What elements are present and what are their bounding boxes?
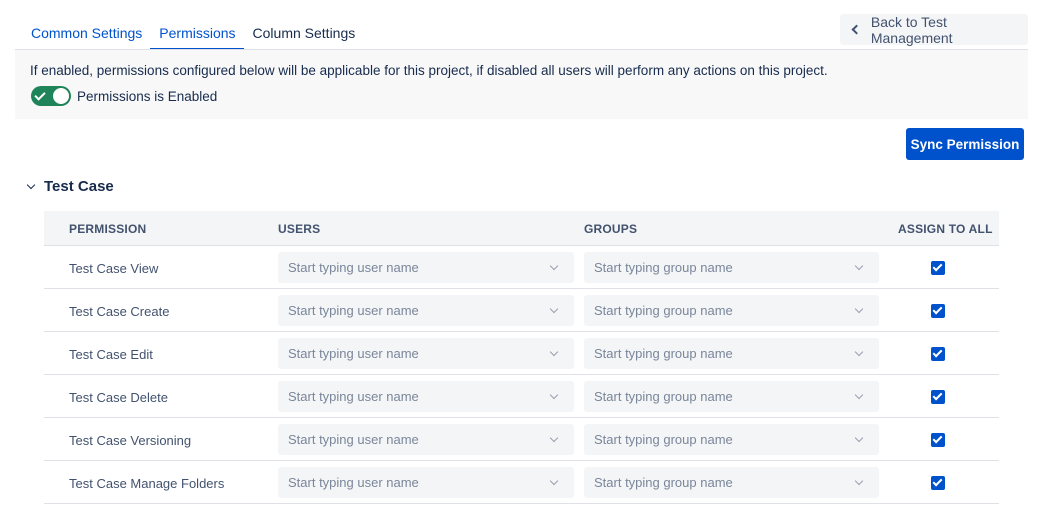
tab-column-settings[interactable]: Column Settings: [244, 17, 364, 50]
users-select[interactable]: Start typing user name: [278, 295, 574, 326]
groups-select[interactable]: Start typing group name: [584, 252, 879, 283]
checkmark-icon: [932, 476, 943, 487]
groups-select[interactable]: Start typing group name: [584, 381, 879, 412]
table-header: PERMISSION USERS GROUPS ASSIGN TO ALL: [44, 211, 999, 246]
toggle-knob: [53, 88, 69, 104]
chevron-left-icon: [851, 24, 862, 35]
back-button-label: Back to Test Management: [870, 13, 953, 46]
test-case-section-toggle[interactable]: Test Case: [26, 178, 114, 195]
permissions-toggle[interactable]: [31, 86, 71, 106]
permission-name: Test Case Versioning: [69, 433, 192, 448]
table-row: Test Case View Start typing user name St…: [44, 246, 999, 289]
checkmark-icon: [932, 347, 943, 358]
groups-placeholder: Start typing group name: [594, 346, 733, 361]
header-permission: PERMISSION: [69, 222, 147, 236]
chevron-down-icon: [549, 433, 559, 443]
table-row: Test Case Delete Start typing user name …: [44, 375, 999, 418]
header-groups: GROUPS: [584, 222, 638, 236]
tab-permissions[interactable]: Permissions: [150, 17, 244, 50]
tab-common-settings[interactable]: Common Settings: [22, 17, 150, 50]
users-select[interactable]: Start typing user name: [278, 424, 574, 455]
groups-select[interactable]: Start typing group name: [584, 338, 879, 369]
users-select[interactable]: Start typing user name: [278, 467, 574, 498]
chevron-down-icon: [854, 433, 864, 443]
chevron-down-icon: [854, 347, 864, 357]
permissions-table: PERMISSION USERS GROUPS ASSIGN TO ALL Te…: [44, 211, 999, 504]
chevron-down-icon: [549, 304, 559, 314]
chevron-down-icon: [26, 180, 36, 190]
groups-placeholder: Start typing group name: [594, 475, 733, 490]
assign-to-all-checkbox[interactable]: [931, 390, 945, 404]
table-row: Test Case Versioning Start typing user n…: [44, 418, 999, 461]
toggle-label: Permissions is Enabled: [77, 89, 218, 104]
users-placeholder: Start typing user name: [288, 432, 419, 447]
sync-permission-button[interactable]: Sync Permission: [906, 128, 1024, 160]
groups-placeholder: Start typing group name: [594, 432, 733, 447]
assign-to-all-checkbox[interactable]: [931, 261, 945, 275]
checkmark-icon: [932, 390, 943, 401]
permission-name: Test Case View: [69, 261, 159, 276]
checkmark-icon: [932, 261, 943, 272]
users-select[interactable]: Start typing user name: [278, 252, 574, 283]
chevron-down-icon: [549, 476, 559, 486]
users-placeholder: Start typing user name: [288, 389, 419, 404]
groups-placeholder: Start typing group name: [594, 389, 733, 404]
section-title: Test Case: [44, 178, 114, 195]
chevron-down-icon: [854, 261, 864, 271]
chevron-down-icon: [854, 304, 864, 314]
table-row: Test Case Manage Folders Start typing us…: [44, 461, 999, 504]
groups-select[interactable]: Start typing group name: [584, 295, 879, 326]
assign-to-all-checkbox[interactable]: [931, 347, 945, 361]
permission-name: Test Case Manage Folders: [69, 476, 225, 491]
users-placeholder: Start typing user name: [288, 346, 419, 361]
assign-to-all-checkbox[interactable]: [931, 476, 945, 490]
header-users: USERS: [278, 222, 321, 236]
permission-name: Test Case Delete: [69, 390, 168, 405]
table-row: Test Case Edit Start typing user name St…: [44, 332, 999, 375]
chevron-down-icon: [549, 347, 559, 357]
checkmark-icon: [34, 89, 46, 101]
groups-select[interactable]: Start typing group name: [584, 424, 879, 455]
settings-tabs: Common Settings Permissions Column Setti…: [22, 17, 363, 50]
header-assign-to-all: ASSIGN TO ALL: [898, 222, 993, 236]
checkmark-icon: [932, 304, 943, 315]
assign-to-all-checkbox[interactable]: [931, 304, 945, 318]
chevron-down-icon: [854, 390, 864, 400]
users-select[interactable]: Start typing user name: [278, 381, 574, 412]
users-placeholder: Start typing user name: [288, 475, 419, 490]
groups-placeholder: Start typing group name: [594, 260, 733, 275]
users-placeholder: Start typing user name: [288, 303, 419, 318]
checkmark-icon: [932, 433, 943, 444]
table-row: Test Case Create Start typing user name …: [44, 289, 999, 332]
back-to-test-management-button[interactable]: Back to Test Management: [840, 13, 1028, 46]
groups-placeholder: Start typing group name: [594, 303, 733, 318]
permissions-info-panel: If enabled, permissions configured below…: [15, 50, 1028, 119]
groups-select[interactable]: Start typing group name: [584, 467, 879, 498]
chevron-down-icon: [549, 261, 559, 271]
chevron-down-icon: [854, 476, 864, 486]
permission-name: Test Case Create: [69, 304, 170, 319]
chevron-down-icon: [549, 390, 559, 400]
permission-name: Test Case Edit: [69, 347, 153, 362]
permissions-description: If enabled, permissions configured below…: [30, 63, 828, 78]
users-select[interactable]: Start typing user name: [278, 338, 574, 369]
users-placeholder: Start typing user name: [288, 260, 419, 275]
assign-to-all-checkbox[interactable]: [931, 433, 945, 447]
